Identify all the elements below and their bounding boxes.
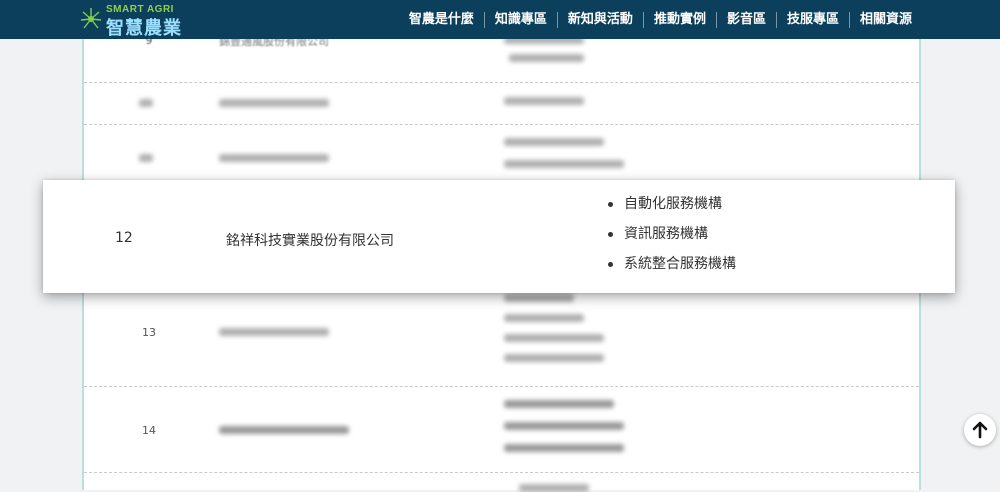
table-row (84, 472, 919, 492)
row-service-blurred (504, 444, 624, 452)
row-service-blurred (504, 354, 604, 362)
nav-item-knowledge[interactable]: 知識專區 (483, 11, 557, 28)
row-service-blurred (504, 160, 624, 168)
table-row: 13 (84, 294, 919, 387)
row-service-blurred (504, 422, 624, 430)
row-service-blurred (504, 138, 604, 146)
row-service-blurred (504, 294, 574, 302)
nav-item-media[interactable]: 影音區 (715, 11, 776, 28)
row-service-blurred (504, 400, 614, 408)
nav-item-tech-service[interactable]: 技服專區 (775, 11, 849, 28)
nav-item-resources[interactable]: 相關資源 (848, 11, 922, 28)
service-type-list: 自動化服務機構 資訊服務機構 系統整合服務機構 (606, 194, 736, 284)
nav-item-news-events[interactable]: 新知與活動 (556, 11, 643, 28)
row-service-blurred (504, 97, 584, 105)
row-company-blurred (219, 99, 329, 107)
row-company-blurred (219, 328, 329, 336)
leaf-burst-icon (80, 8, 102, 29)
row-number: 12 (115, 230, 133, 246)
nav-item-what-is-smart-agri[interactable]: 智農是什麼 (399, 12, 484, 28)
service-type-item: 資訊服務機構 (606, 224, 736, 254)
main-nav: 智農是什麼 知識專區 新知與活動 推動實例 影音區 技服專區 相關資源 (399, 0, 922, 39)
row-company-name: 銘祥科技實業股份有限公司 (226, 233, 394, 249)
row-number: 14 (142, 424, 156, 437)
row-service-blurred (504, 314, 584, 322)
highlighted-table-row: 12 銘祥科技實業股份有限公司 自動化服務機構 資訊服務機構 系統整合服務機構 (43, 180, 955, 293)
row-number-blurred (139, 99, 153, 107)
table-row (84, 124, 919, 181)
scroll-to-top-button[interactable] (964, 414, 996, 446)
nav-item-cases[interactable]: 推動實例 (642, 11, 716, 28)
service-type-item: 系統整合服務機構 (606, 254, 736, 284)
row-service-blurred (504, 334, 604, 342)
row-number: 13 (142, 326, 156, 339)
row-company-blurred (219, 426, 349, 434)
row-number-blurred (139, 154, 153, 162)
row-service-blurred (509, 54, 584, 62)
arrow-up-icon (972, 421, 988, 439)
site-header: SMART AGRI 智慧農業 智農是什麼 知識專區 新知與活動 推動實例 影音… (0, 0, 1000, 39)
row-service-blurred (519, 484, 589, 492)
row-company-blurred (219, 154, 329, 162)
service-type-item: 自動化服務機構 (606, 194, 736, 224)
table-row (84, 82, 919, 125)
logo-chinese-text: 智慧農業 (106, 18, 182, 39)
table-row: 14 (84, 386, 919, 473)
